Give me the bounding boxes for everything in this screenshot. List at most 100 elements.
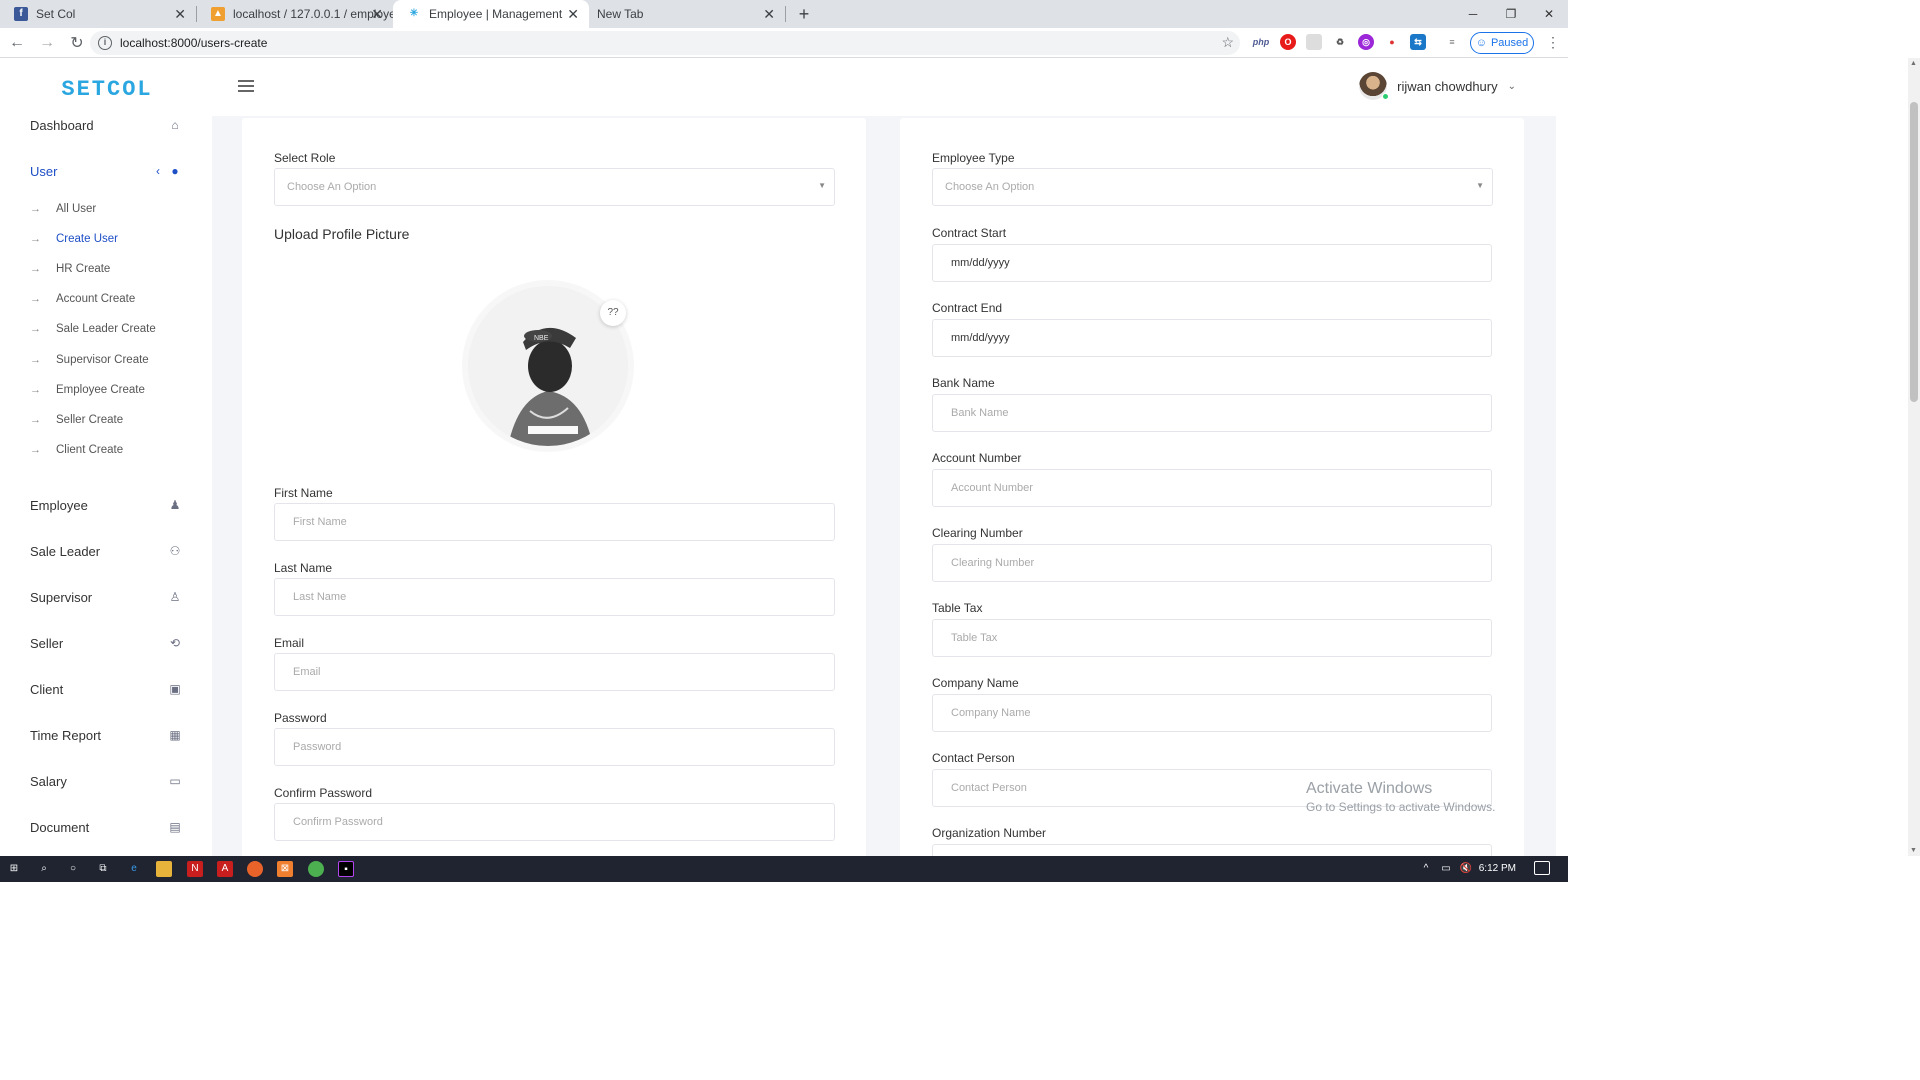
minimize-icon[interactable]: ─ xyxy=(1454,0,1492,28)
user-form-right-card: Employee Type Choose An Option ▼ Contrac… xyxy=(900,118,1524,856)
chrome-icon[interactable] xyxy=(308,861,324,877)
volume-muted-icon[interactable]: 🔇 xyxy=(1458,861,1474,877)
people-icon: ⚇ xyxy=(169,544,181,558)
hamburger-menu-icon[interactable] xyxy=(238,80,254,92)
sidebar-subitem-account-create[interactable]: → Account Create xyxy=(0,286,212,312)
table-tax-input[interactable]: Table Tax xyxy=(932,619,1492,657)
select-role-dropdown[interactable]: Choose An Option ▼ xyxy=(274,168,835,206)
first-name-input[interactable]: First Name xyxy=(274,503,835,541)
scrollbar-thumb[interactable] xyxy=(1910,102,1918,402)
contract-start-date-input[interactable]: mm/dd/yyyy xyxy=(932,244,1492,282)
queue-icon[interactable]: ≡ xyxy=(1444,34,1460,50)
file-explorer-icon[interactable] xyxy=(156,861,172,877)
sidebar-item-client[interactable]: Client ▣ xyxy=(0,669,212,709)
sidebar-item-salary[interactable]: Salary ▭ xyxy=(0,761,212,801)
last-name-input[interactable]: Last Name xyxy=(274,578,835,616)
sidebar-subitem-client-create[interactable]: → Client Create xyxy=(0,437,212,463)
employee-type-dropdown[interactable]: Choose An Option ▼ xyxy=(932,168,1493,206)
red-extension-icon[interactable]: ● xyxy=(1384,34,1400,50)
taskbar-clock[interactable]: 6:12 PM xyxy=(1479,863,1516,874)
close-window-icon[interactable]: ✕ xyxy=(1530,0,1568,28)
browser-tab[interactable]: New Tab ✕ xyxy=(589,0,785,28)
scroll-down-icon[interactable]: ▼ xyxy=(1910,847,1917,854)
edge-icon[interactable]: e xyxy=(126,861,142,877)
close-tab-icon[interactable]: ✕ xyxy=(763,6,775,23)
php-extension-icon[interactable]: php xyxy=(1252,34,1270,50)
scroll-up-icon[interactable]: ▲ xyxy=(1910,60,1917,67)
page-scrollbar[interactable]: ▲ ▼ xyxy=(1908,58,1920,856)
user-menu[interactable]: rijwan chowdhury ⌄ xyxy=(1359,72,1516,100)
acrobat-icon[interactable]: A xyxy=(217,861,233,877)
contract-end-date-input[interactable]: mm/dd/yyyy xyxy=(932,319,1492,357)
recycle-extension-icon[interactable]: ♻ xyxy=(1332,34,1348,50)
email-input[interactable]: Email xyxy=(274,653,835,691)
restore-icon[interactable]: ❐ xyxy=(1492,0,1530,28)
back-icon[interactable]: ← xyxy=(4,34,30,52)
browser-tab[interactable]: f Set Col ✕ xyxy=(0,0,196,28)
sidebar-subitem-supervisor-create[interactable]: → Supervisor Create xyxy=(0,347,212,373)
sidebar-item-label: Seller xyxy=(30,635,64,651)
arrow-right-icon: → xyxy=(30,444,41,456)
sidebar-subitem-create-user[interactable]: → Create User xyxy=(0,226,212,252)
new-tab-button[interactable]: + xyxy=(790,0,818,28)
forward-icon[interactable]: → xyxy=(34,34,60,52)
contact-person-label: Contact Person xyxy=(932,751,1015,765)
account-number-label: Account Number xyxy=(932,451,1022,465)
search-icon[interactable]: ⌕ xyxy=(36,861,52,877)
confirm-password-input[interactable]: Confirm Password xyxy=(274,803,835,841)
extension-icon[interactable] xyxy=(1306,34,1322,50)
company-name-label: Company Name xyxy=(932,676,1019,690)
sidebar-item-supervisor[interactable]: Supervisor ♙ xyxy=(0,577,212,617)
sidebar-item-user[interactable]: User ‹ ● xyxy=(0,151,212,191)
app-icon[interactable]: N xyxy=(187,861,203,877)
watermark-subtitle: Go to Settings to activate Windows. xyxy=(1306,800,1496,814)
browser-tab[interactable]: ▲ localhost / 127.0.0.1 / employee_ ✕ xyxy=(197,0,393,28)
account-number-input[interactable]: Account Number xyxy=(932,469,1492,507)
sidebar-item-document[interactable]: Document ▤ xyxy=(0,807,212,847)
network-icon[interactable]: ▭ xyxy=(1438,861,1454,877)
address-bar[interactable]: i localhost:8000/users-create ☆ xyxy=(90,31,1240,55)
sidebar-subitem-seller-create[interactable]: → Seller Create xyxy=(0,407,212,433)
tab-title: localhost / 127.0.0.1 / employee_ xyxy=(233,7,393,21)
password-input[interactable]: Password xyxy=(274,728,835,766)
close-tab-icon[interactable]: ✕ xyxy=(174,6,186,23)
opera-extension-icon[interactable]: O xyxy=(1280,34,1296,50)
bank-name-input[interactable]: Bank Name xyxy=(932,394,1492,432)
sidebar-item-seller[interactable]: Seller ⟲ xyxy=(0,623,212,663)
sidebar-subitem-employee-create[interactable]: → Employee Create xyxy=(0,377,212,403)
windows-start-icon[interactable]: ⊞ xyxy=(6,861,22,877)
sidebar-subitem-hr-create[interactable]: → HR Create xyxy=(0,256,212,282)
email-label: Email xyxy=(274,636,305,650)
close-tab-icon[interactable]: ✕ xyxy=(371,6,383,23)
screen-extension-icon[interactable]: ⇆ xyxy=(1410,34,1426,50)
clearing-number-input[interactable]: Clearing Number xyxy=(932,544,1492,582)
employee-type-label: Employee Type xyxy=(932,151,1015,165)
purple-extension-icon[interactable]: ◎ xyxy=(1358,34,1374,50)
profile-paused-button[interactable]: ☺ Paused xyxy=(1470,32,1534,54)
task-view-icon[interactable]: ⧉ xyxy=(95,861,111,877)
sidebar-item-dashboard[interactable]: Dashboard ⌂ xyxy=(0,105,212,145)
reload-icon[interactable]: ↻ xyxy=(64,33,90,53)
sidebar-item-time-report[interactable]: Time Report ▦ xyxy=(0,715,212,755)
sidebar-item-sale-leader[interactable]: Sale Leader ⚇ xyxy=(0,531,212,571)
sidebar-subitem-sale-leader-create[interactable]: → Sale Leader Create xyxy=(0,316,212,342)
phpstorm-icon[interactable]: ▪ xyxy=(338,861,354,877)
site-info-icon[interactable]: i xyxy=(98,36,112,50)
close-tab-icon[interactable]: ✕ xyxy=(567,6,579,23)
company-name-input[interactable]: Company Name xyxy=(932,694,1492,732)
cortana-icon[interactable]: ○ xyxy=(65,861,81,877)
xampp-icon[interactable]: ⊠ xyxy=(277,861,293,877)
arrow-right-icon: → xyxy=(30,354,41,366)
arrow-right-icon: → xyxy=(30,323,41,335)
organization-number-input[interactable] xyxy=(932,844,1492,856)
sidebar-item-employee[interactable]: Employee ♟ xyxy=(0,485,212,525)
firefox-icon[interactable] xyxy=(247,861,263,877)
sidebar-item-label: Dashboard xyxy=(30,117,94,133)
browser-tab-active[interactable]: ✳ Employee | Management ✕ xyxy=(393,0,589,28)
sidebar-subitem-all-user[interactable]: → All User xyxy=(0,196,212,222)
browser-menu-icon[interactable]: ⋮ xyxy=(1546,34,1560,51)
upload-photo-button[interactable]: ?? xyxy=(600,300,626,326)
bookmark-star-icon[interactable]: ☆ xyxy=(1221,34,1234,51)
notifications-icon[interactable] xyxy=(1534,861,1550,875)
show-hidden-icons[interactable]: ^ xyxy=(1418,861,1434,877)
